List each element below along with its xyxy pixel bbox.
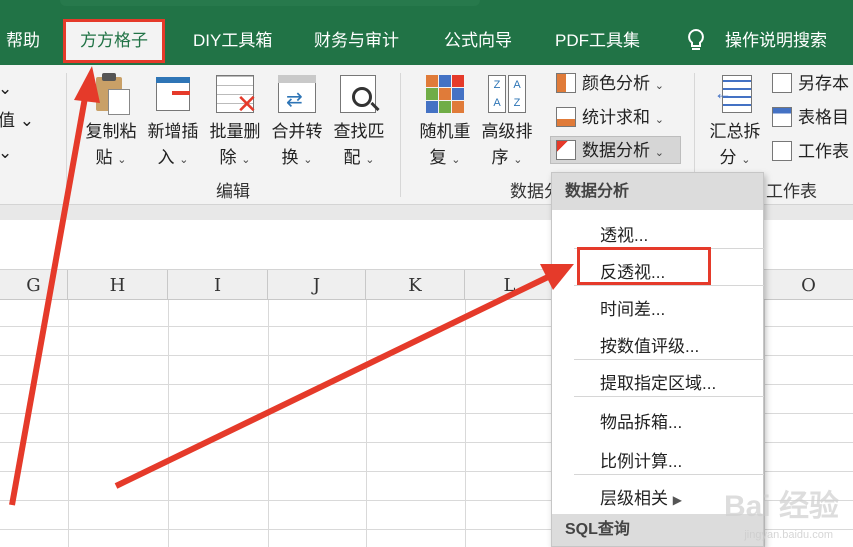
group-label-edit: 编辑 xyxy=(216,182,250,201)
insert-rows-icon xyxy=(150,71,196,117)
column-header-o[interactable]: O xyxy=(764,270,853,300)
color-analysis-icon xyxy=(556,73,576,93)
data-analysis-icon xyxy=(556,140,576,160)
tab-diy-toolbox[interactable]: DIY工具箱 xyxy=(193,22,272,60)
column-header-i[interactable]: I xyxy=(168,270,268,300)
summary-split-button[interactable]: ← 汇总拆 分 ⌄ xyxy=(704,71,766,173)
find-match-button[interactable]: 查找匹 配 ⌄ xyxy=(328,71,390,173)
submenu-arrow-icon: ▶ xyxy=(672,493,682,507)
column-header-j[interactable]: J xyxy=(268,270,366,300)
advanced-sort-button[interactable]: ZA AZ 高级排 序 ⌄ xyxy=(476,71,538,173)
color-analysis-button[interactable]: 颜色分析 ⌄ xyxy=(556,70,664,98)
random-blocks-icon xyxy=(422,71,468,117)
insert-new-button[interactable]: 新增插 入 ⌄ xyxy=(142,71,204,173)
partial-button-2[interactable]: 值 ⌄ xyxy=(0,107,34,135)
tell-me-search[interactable]: 操作说明搜索 xyxy=(725,22,827,60)
column-header-k[interactable]: K xyxy=(366,270,465,300)
tab-formula-wizard[interactable]: 公式向导 xyxy=(444,22,512,60)
delete-grid-icon: ✕ xyxy=(212,71,258,117)
summary-split-icon: ← xyxy=(712,71,758,117)
tab-finance-audit[interactable]: 财务与审计 xyxy=(314,22,399,60)
menu-item-unboxing[interactable]: 物品拆箱... xyxy=(600,408,682,433)
partial-button-1[interactable]: ⌄ xyxy=(0,75,12,103)
tab-pdf-tools[interactable]: PDF工具集 xyxy=(555,22,640,60)
menu-item-unpivot[interactable]: 反透视... xyxy=(600,258,665,283)
column-header-g[interactable]: G xyxy=(0,270,68,300)
worksheet-button[interactable]: 工作表 xyxy=(772,138,849,166)
ribbon-tab-bar: 帮助 方方格子 DIY工具箱 财务与审计 公式向导 PDF工具集 操作说明搜索 xyxy=(0,0,853,65)
save-copy-icon xyxy=(772,73,792,93)
menu-item-hierarchy[interactable]: 层级相关 ▶ xyxy=(600,484,682,509)
column-header-l[interactable]: L xyxy=(465,270,555,300)
merge-convert-icon: ⇄ xyxy=(274,71,320,117)
watermark-url: jingyan.baidu.com xyxy=(744,529,833,541)
sheet-index-button[interactable]: 表格目 xyxy=(772,104,849,132)
partial-button-3[interactable]: ⌄ xyxy=(0,139,12,167)
tab-fangfanggezi[interactable]: 方方格子 xyxy=(63,19,165,63)
batch-delete-button[interactable]: ✕ 批量删 除 ⌄ xyxy=(204,71,266,173)
menu-header: 数据分析 xyxy=(552,173,763,210)
clipboard-icon xyxy=(88,71,134,117)
paste-copy-button[interactable]: 复制粘 贴 ⌄ xyxy=(80,71,142,173)
menu-item-extract-region[interactable]: 提取指定区域... xyxy=(600,369,716,394)
stat-sum-button[interactable]: 统计求和 ⌄ xyxy=(556,104,664,132)
stat-sum-icon xyxy=(556,107,576,127)
save-copy-button[interactable]: 另存本 xyxy=(772,70,849,98)
menu-item-ratio[interactable]: 比例计算... xyxy=(600,447,682,472)
watermark-logo: Bai 经验 xyxy=(723,490,839,523)
worksheet-icon xyxy=(772,141,792,161)
magnifier-icon xyxy=(336,71,382,117)
sort-az-icon: ZA AZ xyxy=(484,71,530,117)
data-analysis-button[interactable]: 数据分析 ⌄ xyxy=(550,136,681,164)
sheet-index-icon xyxy=(772,107,792,127)
group-label-worksheet: 工作表 xyxy=(766,182,817,201)
menu-item-time-diff[interactable]: 时间差... xyxy=(600,295,665,320)
menu-item-rating[interactable]: 按数值评级... xyxy=(600,332,699,357)
tab-help[interactable]: 帮助 xyxy=(6,22,40,60)
title-bar-remnant xyxy=(60,0,480,6)
menu-item-pivot[interactable]: 透视... xyxy=(600,221,648,246)
lightbulb-icon xyxy=(688,28,704,50)
column-header-h[interactable]: H xyxy=(68,270,168,300)
merge-convert-button[interactable]: ⇄ 合并转 换 ⌄ xyxy=(266,71,328,173)
random-repeat-button[interactable]: 随机重 复 ⌄ xyxy=(414,71,476,173)
